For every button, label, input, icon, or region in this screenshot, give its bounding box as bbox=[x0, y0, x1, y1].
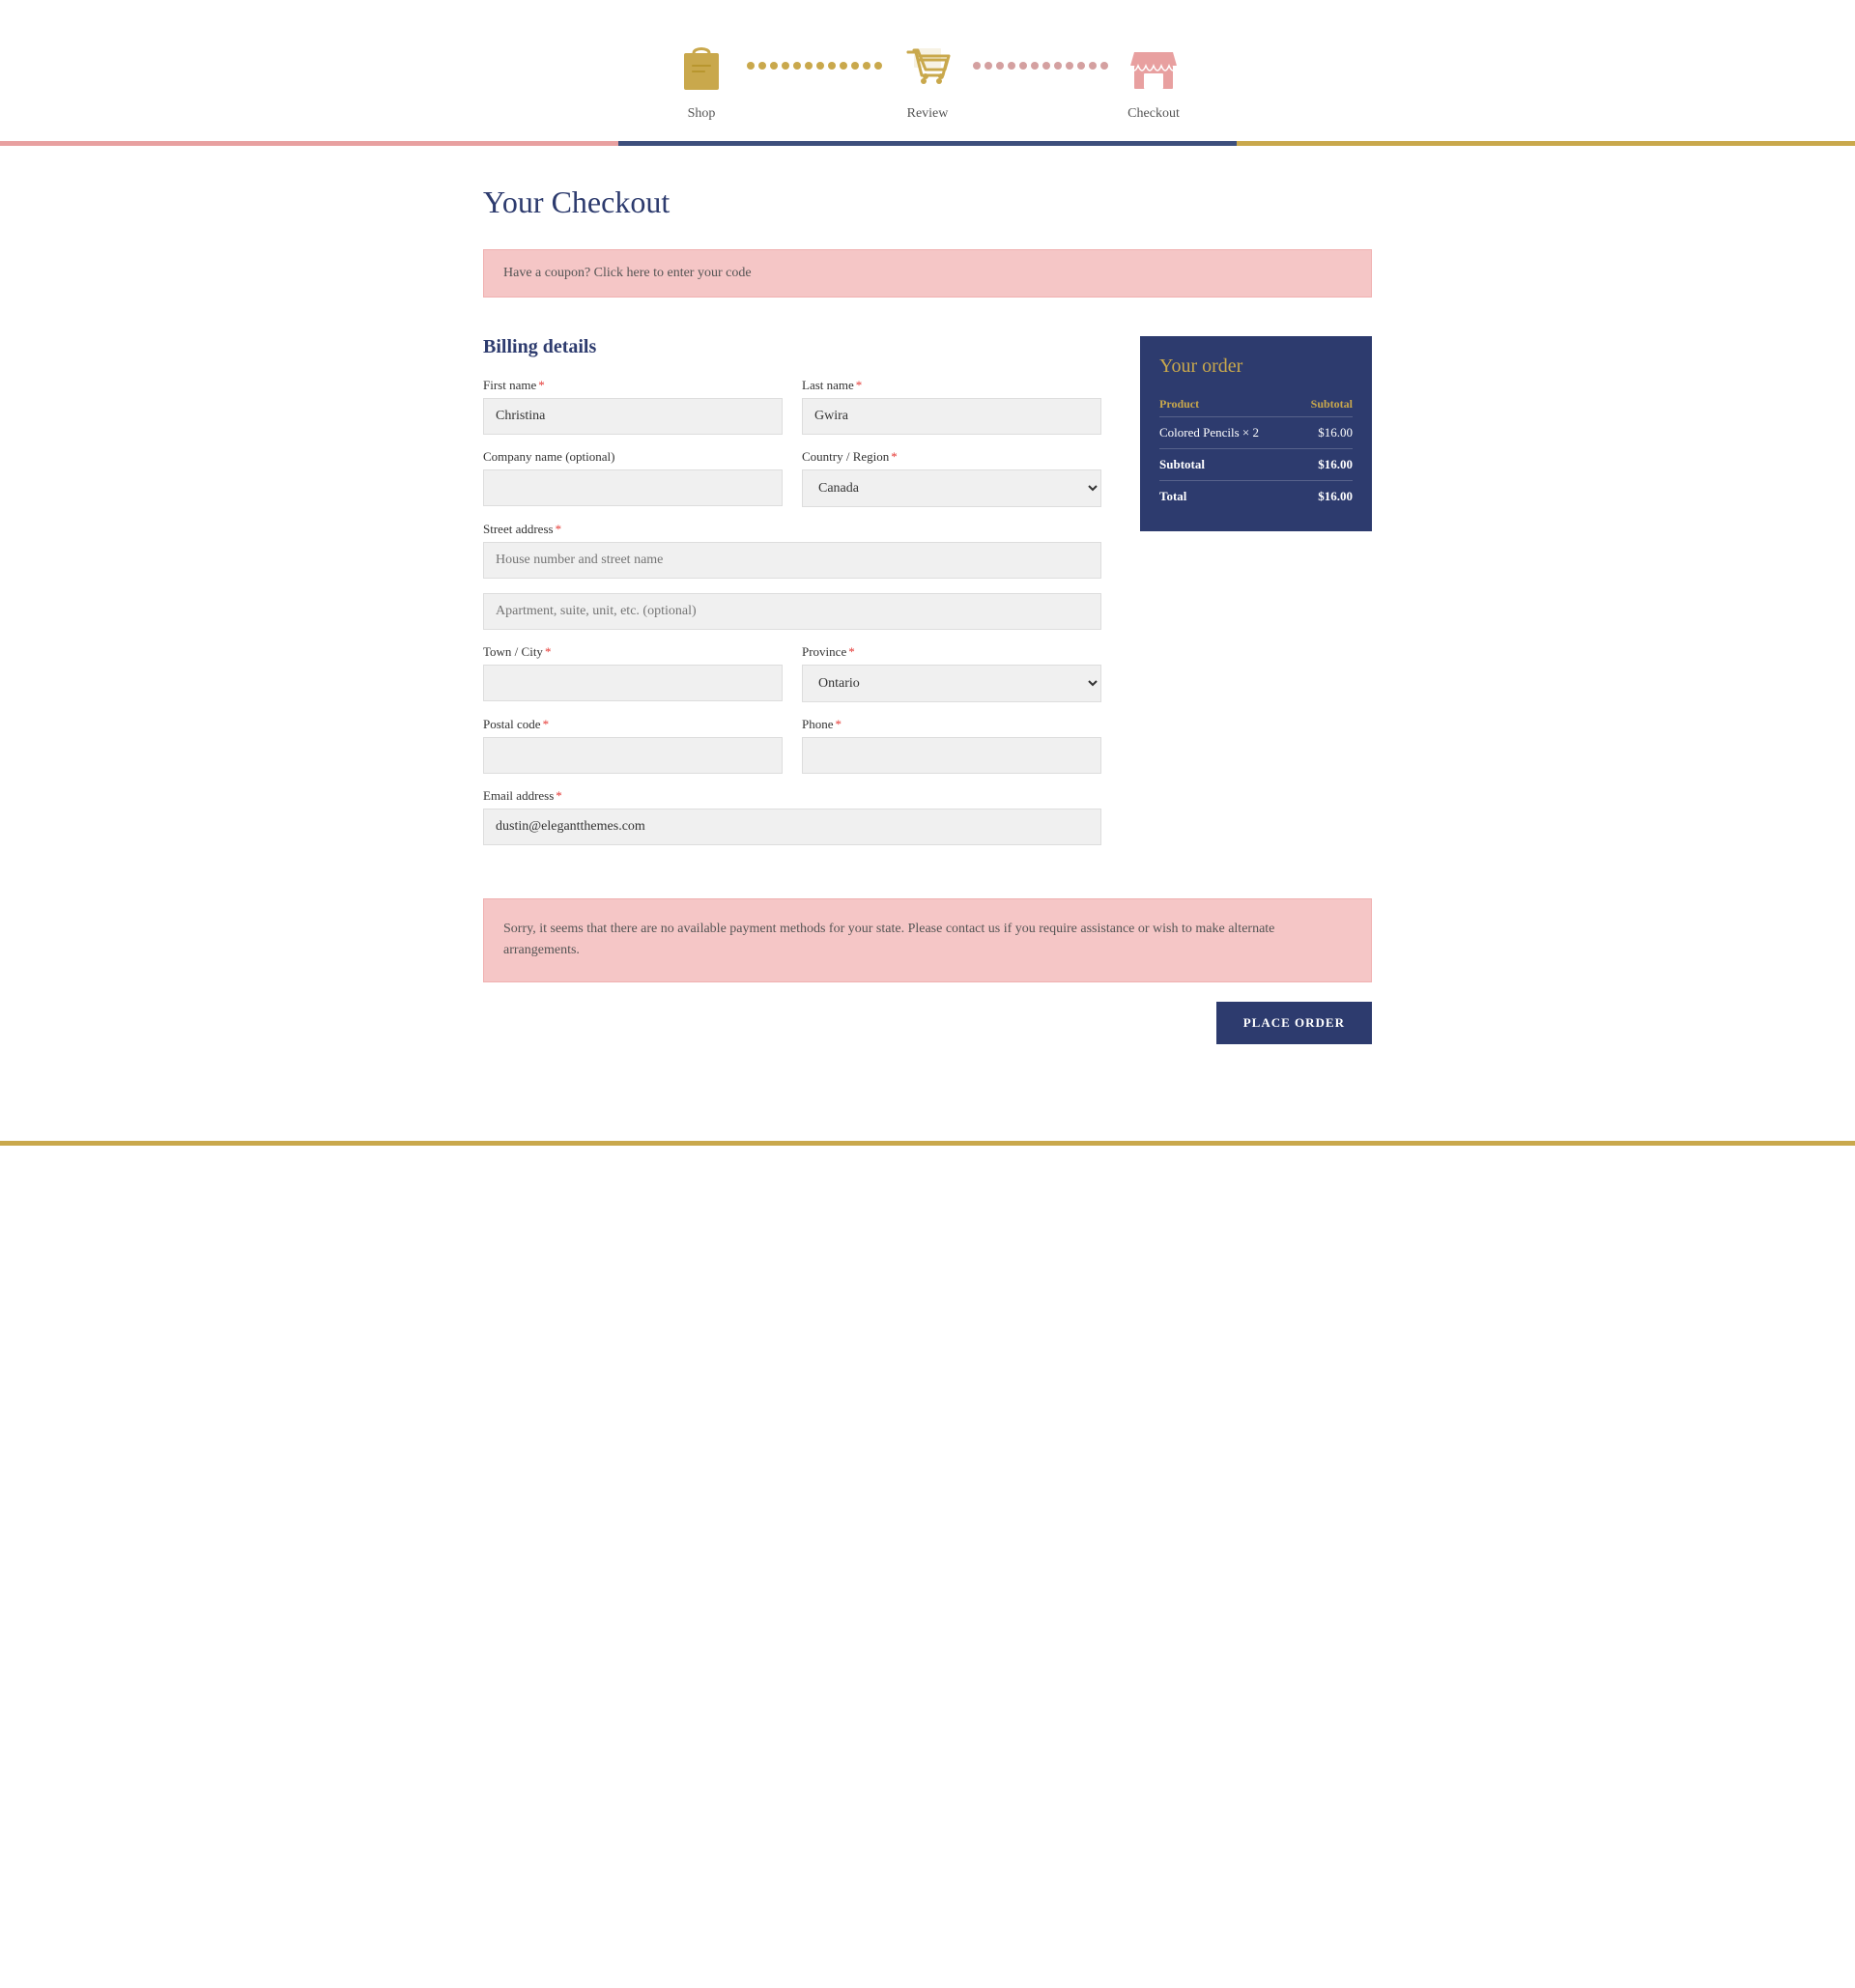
phone-input[interactable] bbox=[802, 737, 1101, 774]
first-name-label: First name* bbox=[483, 378, 783, 393]
province-group: Province* Ontario British Columbia Quebe… bbox=[802, 644, 1101, 702]
product-col-header: Product bbox=[1159, 392, 1296, 417]
step-shop[interactable]: Shop bbox=[672, 39, 730, 122]
subtotal-label: Subtotal bbox=[1159, 449, 1296, 481]
place-order-button[interactable]: PLACE ORDER bbox=[1216, 1002, 1372, 1044]
street-label: Street address* bbox=[483, 522, 1101, 537]
subtotal-row: Subtotal $16.00 bbox=[1159, 449, 1353, 481]
step-checkout[interactable]: Checkout bbox=[1125, 39, 1183, 122]
store-icon bbox=[1125, 39, 1183, 97]
company-label: Company name (optional) bbox=[483, 449, 783, 465]
required-star-8: * bbox=[836, 717, 842, 731]
city-group: Town / City* bbox=[483, 644, 783, 702]
progress-blue bbox=[618, 141, 1237, 146]
dots-2 bbox=[971, 62, 1110, 70]
progress-gold bbox=[1237, 141, 1855, 146]
email-group: Email address* bbox=[483, 788, 1101, 845]
coupon-banner[interactable]: Have a coupon? Click here to enter your … bbox=[483, 249, 1372, 298]
total-row: Total $16.00 bbox=[1159, 481, 1353, 513]
last-name-group: Last name* bbox=[802, 378, 1101, 435]
checkout-layout: Billing details First name* Last name* bbox=[483, 336, 1372, 860]
postal-input[interactable] bbox=[483, 737, 783, 774]
apt-input[interactable] bbox=[483, 593, 1101, 630]
step-shop-label: Shop bbox=[688, 106, 716, 122]
first-name-input[interactable] bbox=[483, 398, 783, 435]
email-input[interactable] bbox=[483, 809, 1101, 845]
order-summary: Your order Product Subtotal Colored Penc… bbox=[1140, 336, 1372, 531]
subtotal-col-header: Subtotal bbox=[1296, 392, 1353, 417]
order-item-name: Colored Pencils × 2 bbox=[1159, 417, 1296, 449]
payment-notice: Sorry, it seems that there are no availa… bbox=[483, 898, 1372, 982]
cart-icon bbox=[899, 39, 956, 97]
required-star: * bbox=[538, 378, 545, 392]
name-row: First name* Last name* bbox=[483, 378, 1101, 435]
step-review-label: Review bbox=[907, 106, 949, 122]
last-name-input[interactable] bbox=[802, 398, 1101, 435]
required-star-3: * bbox=[891, 449, 898, 464]
country-label: Country / Region* bbox=[802, 449, 1101, 465]
company-input[interactable] bbox=[483, 469, 783, 506]
country-group: Country / Region* Canada United States U… bbox=[802, 449, 1101, 507]
postal-phone-row: Postal code* Phone* bbox=[483, 717, 1101, 774]
company-group: Company name (optional) bbox=[483, 449, 783, 507]
street-group: Street address* bbox=[483, 522, 1101, 579]
required-star-4: * bbox=[556, 522, 562, 536]
main-content: Your Checkout Have a coupon? Click here … bbox=[464, 146, 1391, 1083]
order-title: Your order bbox=[1159, 355, 1353, 378]
payment-notice-text: Sorry, it seems that there are no availa… bbox=[503, 922, 1274, 957]
dots-1 bbox=[745, 62, 884, 70]
street-input[interactable] bbox=[483, 542, 1101, 579]
progress-bar bbox=[0, 141, 1855, 146]
required-star-5: * bbox=[545, 644, 552, 659]
required-star-2: * bbox=[856, 378, 863, 392]
coupon-text: Have a coupon? Click here to enter your … bbox=[503, 266, 752, 280]
bag-icon bbox=[672, 39, 730, 97]
apt-group bbox=[483, 593, 1101, 630]
order-item-price: $16.00 bbox=[1296, 417, 1353, 449]
province-label: Province* bbox=[802, 644, 1101, 660]
city-province-row: Town / City* Province* Ontario British C… bbox=[483, 644, 1101, 702]
bottom-gold-line bbox=[0, 1141, 1855, 1146]
order-table: Product Subtotal Colored Pencils × 2 $16… bbox=[1159, 392, 1353, 512]
postal-label: Postal code* bbox=[483, 717, 783, 732]
billing-title: Billing details bbox=[483, 336, 1101, 358]
province-select[interactable]: Ontario British Columbia Quebec Alberta bbox=[802, 665, 1101, 702]
phone-group: Phone* bbox=[802, 717, 1101, 774]
required-star-7: * bbox=[543, 717, 550, 731]
order-item-row: Colored Pencils × 2 $16.00 bbox=[1159, 417, 1353, 449]
first-name-group: First name* bbox=[483, 378, 783, 435]
step-checkout-label: Checkout bbox=[1127, 106, 1180, 122]
step-review[interactable]: Review bbox=[899, 39, 956, 122]
required-star-9: * bbox=[556, 788, 562, 803]
place-order-row: PLACE ORDER bbox=[483, 1002, 1372, 1044]
country-select[interactable]: Canada United States United Kingdom bbox=[802, 469, 1101, 507]
city-label: Town / City* bbox=[483, 644, 783, 660]
total-value: $16.00 bbox=[1296, 481, 1353, 513]
checkout-steps: Shop Review bbox=[0, 0, 1855, 141]
required-star-6: * bbox=[848, 644, 855, 659]
postal-group: Postal code* bbox=[483, 717, 783, 774]
city-input[interactable] bbox=[483, 665, 783, 701]
phone-label: Phone* bbox=[802, 717, 1101, 732]
company-country-row: Company name (optional) Country / Region… bbox=[483, 449, 1101, 507]
total-label: Total bbox=[1159, 481, 1296, 513]
progress-pink bbox=[0, 141, 618, 146]
last-name-label: Last name* bbox=[802, 378, 1101, 393]
page-title: Your Checkout bbox=[483, 185, 1372, 220]
subtotal-value: $16.00 bbox=[1296, 449, 1353, 481]
email-label: Email address* bbox=[483, 788, 1101, 804]
billing-section: Billing details First name* Last name* bbox=[483, 336, 1101, 860]
